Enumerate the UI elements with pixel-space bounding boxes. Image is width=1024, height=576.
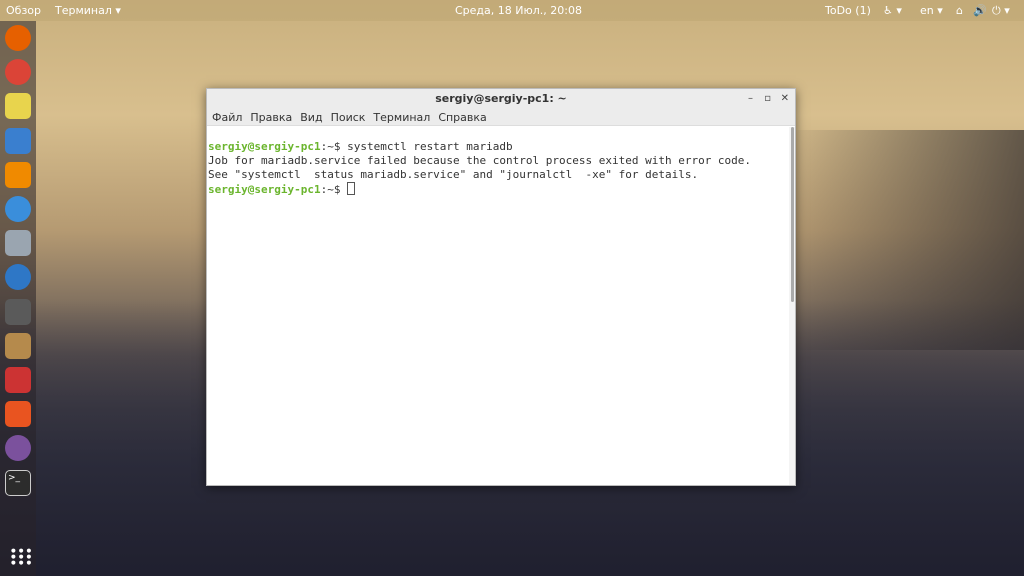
terminal-line: sergiy@sergiy-pc1:~$: [208, 182, 794, 197]
firefox-icon[interactable]: [5, 25, 31, 51]
terminal-window: sergiy@sergiy-pc1: ~ – ▫ ✕ Файл Правка В…: [206, 88, 796, 486]
installer-icon[interactable]: [5, 367, 31, 393]
dock: ∙∙∙ ∙∙∙ ∙∙∙ >_: [0, 21, 36, 576]
terminal-line: See "systemctl status mariadb.service" a…: [208, 168, 699, 181]
terminal-output[interactable]: sergiy@sergiy-pc1:~$ systemctl restart m…: [207, 126, 795, 197]
terminal-line: Job for mariadb.service failed because t…: [208, 154, 752, 167]
prompt: sergiy@sergiy-pc1: [208, 140, 321, 153]
menu-search[interactable]: Поиск: [331, 109, 366, 125]
simplenote-icon[interactable]: [5, 196, 31, 222]
calculator-icon[interactable]: [5, 298, 31, 325]
menu-terminal[interactable]: Терминал: [373, 109, 430, 125]
chrome-icon[interactable]: [5, 59, 31, 86]
close-button[interactable]: ✕: [781, 89, 789, 109]
window-title: sergiy@sergiy-pc1: ~: [435, 92, 567, 105]
top-bar: Обзор Терминал ▾ Среда, 18 Июл., 20:08 T…: [0, 0, 1024, 21]
prompt-path: :~$: [320, 140, 348, 153]
prompt: sergiy@sergiy-pc1: [208, 183, 321, 196]
maximize-button[interactable]: ▫: [764, 89, 771, 109]
todo-indicator[interactable]: ToDo (1): [825, 4, 871, 17]
viber-icon[interactable]: [5, 435, 31, 462]
minimize-button[interactable]: –: [748, 89, 753, 109]
thunderbird-icon[interactable]: [5, 264, 31, 291]
cursor: [347, 182, 356, 195]
power-icon[interactable]: ⏻ ▾: [992, 4, 1010, 18]
tools-icon[interactable]: [5, 230, 31, 257]
vlc-icon[interactable]: [5, 161, 31, 188]
network-icon[interactable]: ⌂: [956, 4, 963, 17]
menu-file[interactable]: Файл: [212, 109, 242, 125]
menu-view[interactable]: Вид: [300, 109, 322, 125]
accessibility-icon[interactable]: ♿ ▾: [883, 4, 902, 17]
apps-grid-icon[interactable]: ∙∙∙ ∙∙∙ ∙∙∙: [9, 544, 33, 570]
rhythmbox-icon[interactable]: [5, 93, 31, 120]
language-menu[interactable]: en ▾: [920, 4, 943, 17]
volume-icon[interactable]: 🔊: [973, 4, 987, 17]
window-titlebar[interactable]: sergiy@sergiy-pc1: ~ – ▫ ✕: [207, 89, 795, 109]
libreoffice-writer-icon[interactable]: [5, 127, 31, 154]
menu-help[interactable]: Справка: [438, 109, 486, 125]
app-menu[interactable]: Терминал ▾: [55, 4, 121, 17]
menu-bar: Файл Правка Вид Поиск Терминал Справка: [207, 109, 795, 126]
clock[interactable]: Среда, 18 Июл., 20:08: [455, 4, 582, 17]
prompt-path: :~$: [320, 183, 348, 196]
menu-edit[interactable]: Правка: [250, 109, 292, 125]
terminal-line: sergiy@sergiy-pc1:~$ systemctl restart m…: [208, 140, 794, 154]
files-network-icon[interactable]: [5, 332, 31, 359]
software-center-icon[interactable]: [5, 401, 31, 428]
command: systemctl restart mariadb: [347, 140, 513, 153]
terminal-icon[interactable]: >_: [5, 469, 31, 496]
activities-button[interactable]: Обзор: [6, 4, 41, 17]
scrollbar[interactable]: [789, 127, 795, 485]
